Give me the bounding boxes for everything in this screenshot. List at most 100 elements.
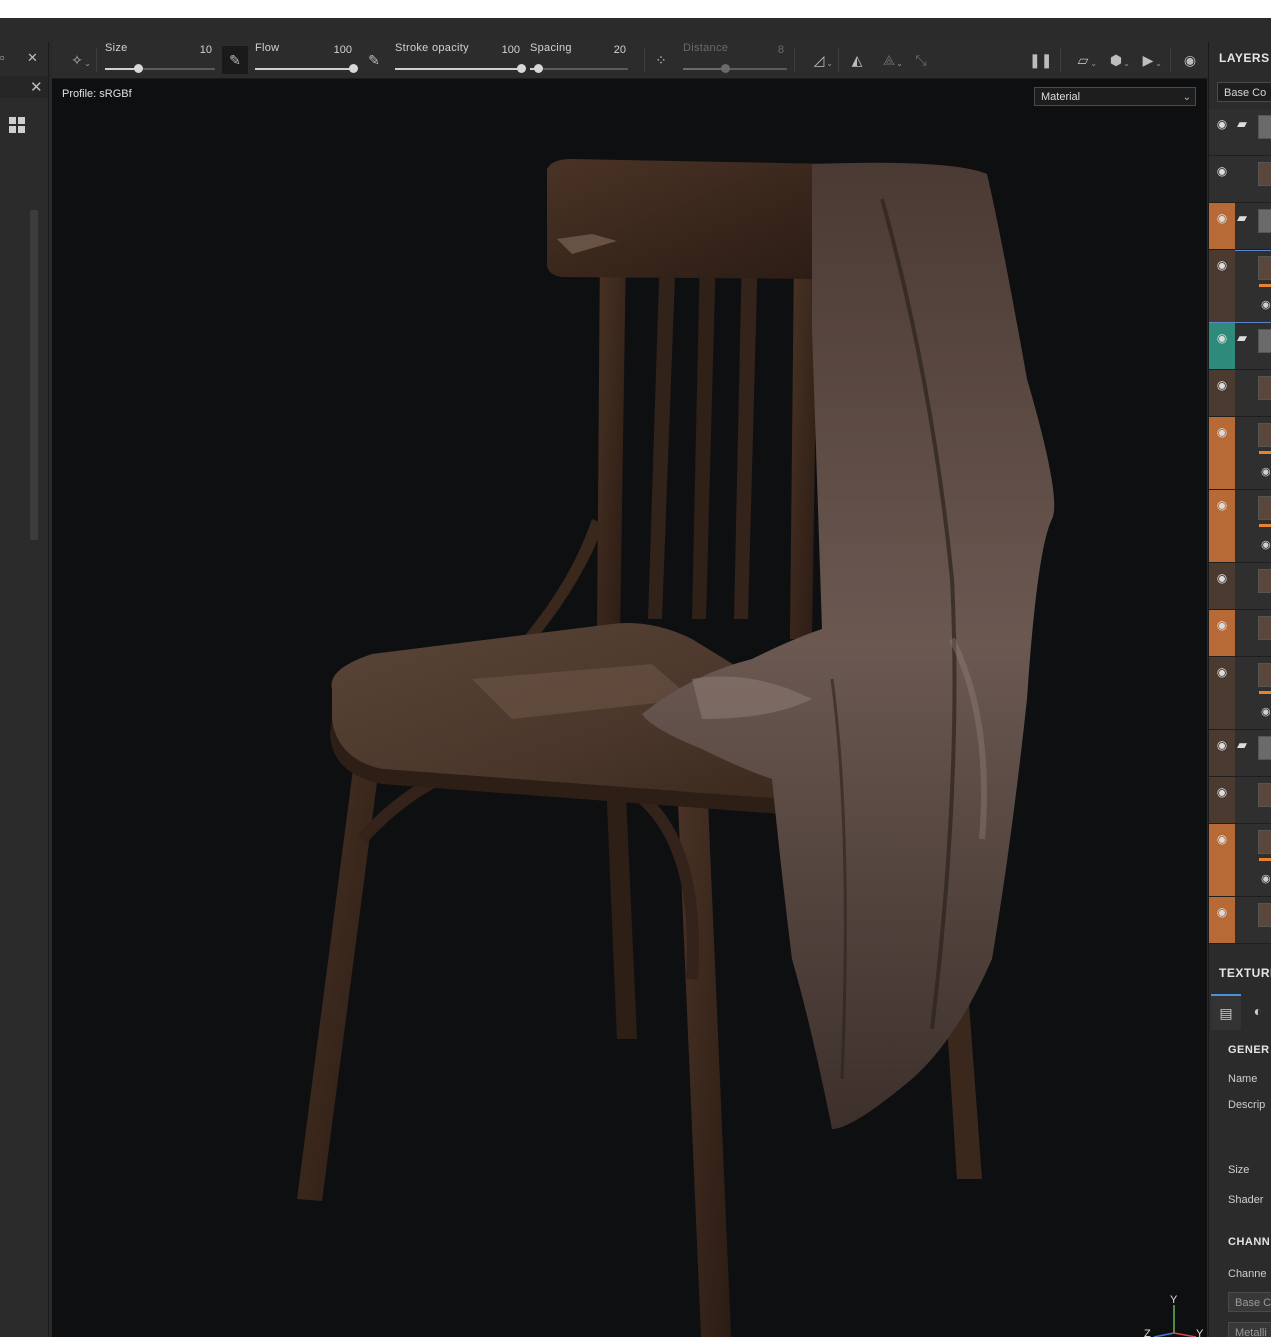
visibility-eye-icon[interactable]: ◉ [1214, 210, 1230, 226]
layer-mask-indicator [1259, 858, 1271, 861]
layer-row[interactable]: ◉ ◉ [1209, 417, 1271, 490]
flow-value[interactable]: 100 [322, 44, 352, 56]
display-mode-cube-icon[interactable]: ⬢ ⌄ [1105, 50, 1130, 70]
effect-visibility-eye-icon[interactable]: ◉ [1261, 538, 1271, 551]
camera-projection-icon[interactable]: ▱ ⌄ [1072, 50, 1097, 70]
close-icon[interactable]: ✕ [30, 78, 43, 96]
top-strip [0, 0, 1271, 18]
axis-z-label: Z [1144, 1328, 1151, 1337]
spacing-label: Spacing [530, 42, 572, 54]
visibility-eye-icon[interactable]: ◉ [1214, 737, 1230, 753]
pen-pressure-size-icon[interactable]: ✎ [222, 46, 248, 74]
effect-visibility-eye-icon[interactable]: ◉ [1261, 705, 1271, 718]
layer-mask-indicator [1259, 284, 1271, 287]
visibility-eye-icon[interactable]: ◉ [1214, 377, 1230, 393]
pen-pressure-flow-icon[interactable]: ✎ [363, 50, 385, 70]
folder-icon[interactable]: ▰ [1237, 738, 1253, 752]
folder-icon[interactable]: ▰ [1237, 117, 1253, 131]
symmetry-settings-icon[interactable]: ⟁ ⌄ [878, 50, 903, 70]
size-value[interactable]: 10 [182, 44, 212, 56]
symmetry-icon[interactable]: ◭ [846, 50, 868, 70]
layer-row[interactable]: ◉ ▰ [1209, 109, 1271, 156]
pause-icon[interactable]: ❚❚ [1029, 50, 1052, 70]
layer-row[interactable]: ◉ ◉ [1209, 657, 1271, 730]
layer-row[interactable]: ◉ ▰ [1209, 203, 1271, 250]
stroke-opacity-value[interactable]: 100 [490, 44, 520, 56]
screenshot-camera-icon[interactable]: ◉ [1179, 50, 1201, 70]
layer-row[interactable]: ◉ ▰ [1209, 730, 1271, 777]
layer-row[interactable]: ◉ ◉ [1209, 250, 1271, 323]
texture-set-settings-tab-icon[interactable]: ▤ [1211, 994, 1241, 1030]
flow-slider[interactable] [255, 64, 358, 73]
layers-title: LAYERS [1219, 51, 1270, 65]
layer-thumbnail [1258, 616, 1271, 640]
texture-set-title: TEXTURE [1219, 966, 1271, 980]
alignment-icon[interactable]: ◿ ⌄ [808, 50, 833, 70]
spacing-slider[interactable] [530, 64, 628, 73]
visibility-eye-icon[interactable]: ◉ [1214, 424, 1230, 440]
effect-visibility-eye-icon[interactable]: ◉ [1261, 872, 1271, 885]
layer-thumbnail [1258, 423, 1271, 447]
effect-visibility-eye-icon[interactable]: ◉ [1261, 298, 1271, 311]
lazy-mouse-icon[interactable]: ⁘ [650, 50, 672, 70]
layer-row[interactable]: ◉ [1209, 777, 1271, 824]
size-slider[interactable] [105, 64, 215, 73]
layer-thumbnail [1258, 903, 1271, 927]
visibility-eye-icon[interactable]: ◉ [1214, 617, 1230, 633]
spacing-value[interactable]: 20 [596, 44, 626, 56]
texture-set-material-tab-icon[interactable]: ◐ [1243, 994, 1271, 1028]
stroke-opacity-slider[interactable] [395, 64, 526, 73]
channels-field-label: Channe [1228, 1268, 1267, 1280]
folder-icon[interactable]: ▰ [1237, 331, 1253, 345]
grid-view-icon[interactable] [8, 116, 26, 134]
visibility-eye-icon[interactable]: ◉ [1214, 163, 1230, 179]
distance-slider[interactable] [683, 64, 787, 73]
visibility-eye-icon[interactable]: ◉ [1214, 116, 1230, 132]
layer-mask-indicator [1259, 451, 1271, 454]
material-mode-value: Material [1041, 91, 1081, 103]
layer-thumbnail [1258, 830, 1271, 854]
layer-row[interactable]: ◉ [1209, 370, 1271, 417]
visibility-eye-icon[interactable]: ◉ [1214, 257, 1230, 273]
visibility-eye-icon[interactable]: ◉ [1214, 664, 1230, 680]
visibility-eye-icon[interactable]: ◉ [1214, 784, 1230, 800]
layer-mask-indicator [1259, 524, 1271, 527]
3d-viewport[interactable]: Profile: sRGBf Material ⌄ Y Z Y [52, 79, 1207, 1337]
layer-row[interactable]: ◉ ◉ [1209, 824, 1271, 897]
layer-row[interactable]: ◉ [1209, 610, 1271, 657]
channel-select[interactable]: Base Co [1217, 82, 1271, 102]
stroke-opacity-label: Stroke opacity [395, 42, 469, 54]
title-bar [0, 18, 1271, 43]
visibility-eye-icon[interactable]: ◉ [1214, 497, 1230, 513]
layer-row[interactable]: ◉ ▰ [1209, 323, 1271, 370]
visibility-eye-icon[interactable]: ◉ [1214, 570, 1230, 586]
distance-label: Distance [683, 42, 729, 54]
left-panel: ▫ ✕ ✕ [0, 42, 49, 1337]
left-panel-scrollbar[interactable] [30, 210, 38, 540]
layer-thumbnail [1258, 783, 1271, 807]
video-camera-icon[interactable]: ▶ ⌄ [1137, 50, 1162, 70]
layer-thumbnail [1258, 209, 1271, 233]
layer-thumbnail [1258, 115, 1271, 139]
axis-gizmo: Y Z Y [1144, 1294, 1204, 1337]
transform-gizmo-icon[interactable]: ⤡ [910, 50, 932, 70]
effect-visibility-eye-icon[interactable]: ◉ [1261, 465, 1271, 478]
size-label: Size [105, 42, 128, 54]
visibility-eye-icon[interactable]: ◉ [1214, 831, 1230, 847]
layer-row[interactable]: ◉ [1209, 156, 1271, 203]
channel-metallic[interactable]: Metalli [1228, 1322, 1271, 1337]
flow-label: Flow [255, 42, 280, 54]
channel-base-color[interactable]: Base C [1228, 1292, 1271, 1312]
visibility-eye-icon[interactable]: ◉ [1214, 330, 1230, 346]
distance-value[interactable]: 8 [754, 44, 784, 56]
visibility-eye-icon[interactable]: ◉ [1214, 904, 1230, 920]
folder-icon[interactable]: ▰ [1237, 211, 1253, 225]
material-mode-select[interactable]: Material ⌄ [1034, 87, 1196, 106]
restore-icon[interactable]: ▫ [0, 50, 5, 65]
brush-tool-icon[interactable]: ✧ ⌄ [66, 50, 91, 70]
axis-y-label: Y [1170, 1294, 1178, 1306]
close-icon[interactable]: ✕ [27, 50, 38, 66]
layer-row[interactable]: ◉ ◉ [1209, 490, 1271, 563]
layer-row[interactable]: ◉ [1209, 563, 1271, 610]
layer-row[interactable]: ◉ [1209, 897, 1271, 944]
